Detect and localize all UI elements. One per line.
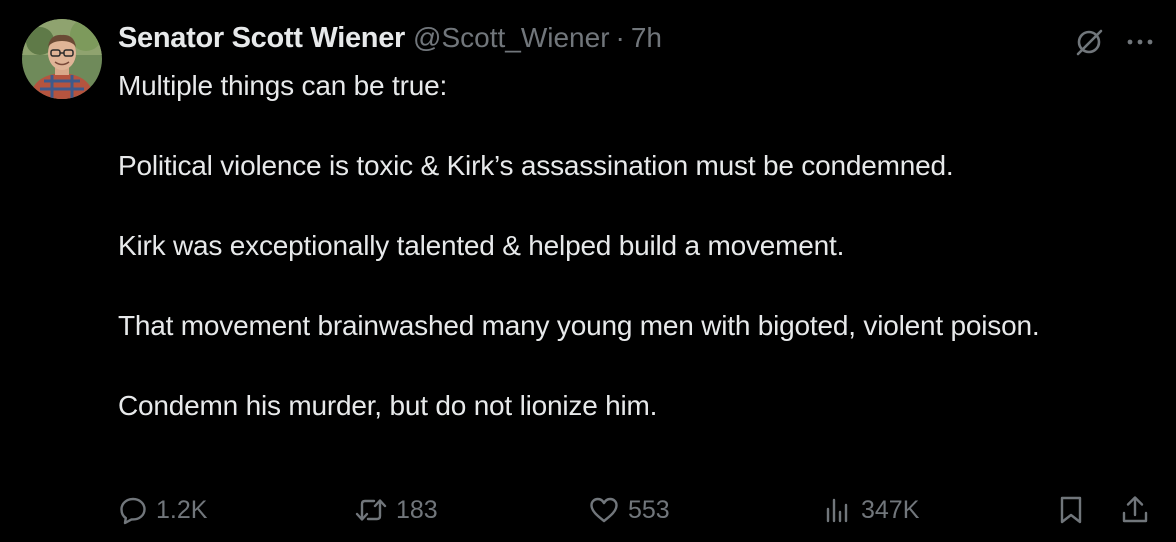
tweet-paragraph: That movement brainwashed many young men…	[118, 310, 1040, 341]
repost-icon	[355, 499, 387, 521]
tweet: Senator Scott Wiener @Scott_Wiener · 7h …	[0, 0, 1176, 542]
post-timestamp[interactable]: 7h	[631, 22, 662, 54]
reply-icon	[120, 497, 146, 525]
avatar[interactable]	[22, 19, 102, 99]
repost-button[interactable]: 183	[354, 488, 438, 532]
reply-count: 1.2K	[156, 495, 208, 524]
separator-dot: ·	[615, 22, 625, 53]
views-chart-icon	[826, 498, 848, 523]
bookmark-icon	[1060, 496, 1082, 524]
heart-icon	[590, 497, 618, 523]
share-icon	[1122, 496, 1148, 523]
share-button[interactable]	[1120, 488, 1150, 532]
avatar-photo-icon	[22, 19, 102, 99]
reply-button[interactable]: 1.2K	[118, 488, 207, 532]
like-button[interactable]: 553	[588, 488, 670, 532]
repost-count: 183	[396, 495, 438, 524]
tweet-paragraph: Political violence is toxic & Kirk’s ass…	[118, 150, 954, 181]
author-handle[interactable]: @Scott_Wiener	[413, 22, 610, 54]
more-icon[interactable]	[1126, 37, 1154, 47]
tweet-text: Multiple things can be true: Political v…	[118, 66, 1118, 426]
views-count: 347K	[861, 495, 920, 524]
tweet-paragraph: Kirk was exceptionally talented & helped…	[118, 230, 845, 261]
bookmark-button[interactable]	[1056, 488, 1086, 532]
views-button[interactable]: 347K	[823, 488, 919, 532]
grok-icon[interactable]	[1074, 27, 1104, 57]
tweet-paragraph: Multiple things can be true:	[118, 70, 448, 101]
tweet-header: Senator Scott Wiener @Scott_Wiener · 7h	[118, 22, 662, 58]
action-bar: 1.2K 183 553 347K	[118, 488, 1158, 532]
tweet-paragraph: Condemn his murder, but do not lionize h…	[118, 390, 658, 421]
like-count: 553	[628, 495, 670, 524]
author-display-name[interactable]: Senator Scott Wiener	[118, 22, 405, 55]
top-icons	[1074, 22, 1154, 62]
